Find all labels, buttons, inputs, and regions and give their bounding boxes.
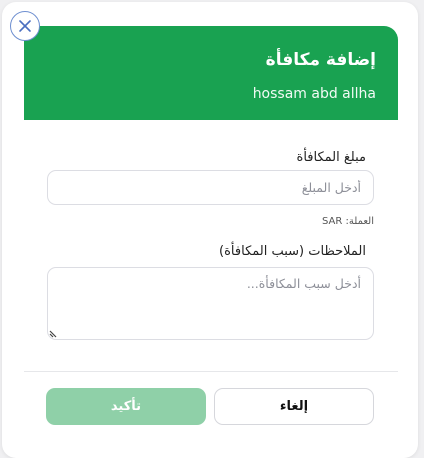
add-bonus-dialog: إضافة مكافأة hossam abd allha مبلغ المكا… [2,2,418,458]
cancel-button[interactable]: إلغاء [214,388,374,425]
amount-input[interactable] [47,170,374,205]
close-icon [19,20,31,32]
notes-textarea[interactable] [47,267,374,340]
confirm-button[interactable]: تأكيد [46,388,206,425]
dialog-header: إضافة مكافأة hossam abd allha [24,26,398,120]
amount-label: مبلغ المكافأة [296,150,366,165]
dialog-title: إضافة مكافأة [265,50,376,70]
currency-note: العملة: SAR [322,216,374,227]
notes-label: الملاحظات (سبب المكافأة) [219,244,366,259]
resize-handle-icon[interactable] [49,328,59,338]
employee-name: hossam abd allha [252,86,376,102]
divider [24,371,398,372]
close-button[interactable] [10,11,40,41]
